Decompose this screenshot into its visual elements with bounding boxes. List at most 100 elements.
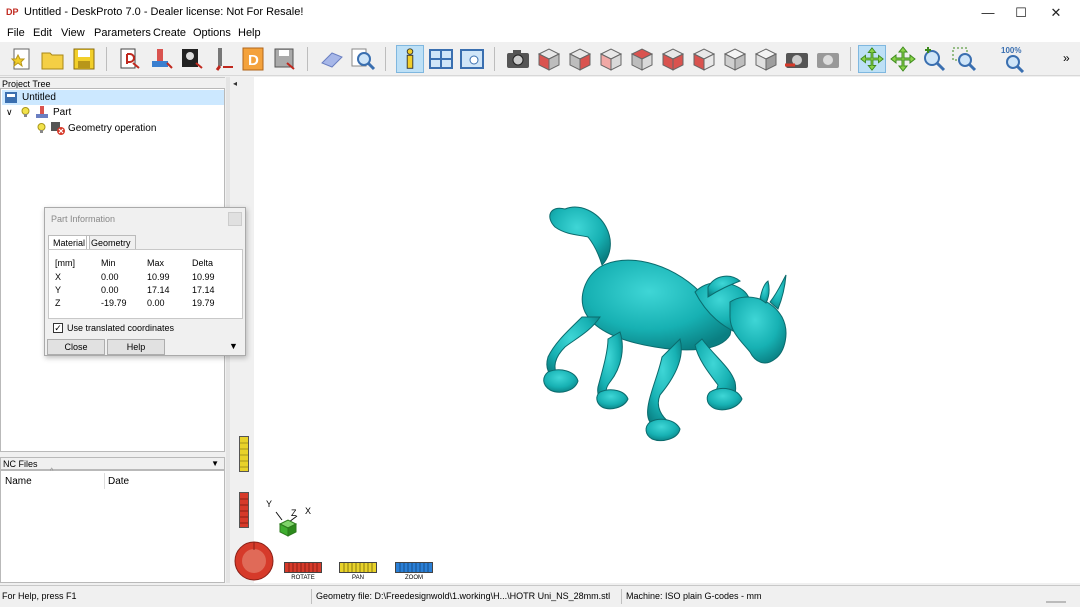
- tab-geometry[interactable]: Geometry: [86, 235, 136, 250]
- nc-files-title: NC Files: [3, 459, 38, 469]
- table-cell: 19.79: [192, 298, 215, 308]
- expand-arrow-icon[interactable]: ▼: [229, 341, 238, 351]
- save-nc-icon[interactable]: [271, 45, 299, 73]
- collapse-panel-button[interactable]: ◂: [233, 79, 237, 88]
- menu-view[interactable]: View: [61, 27, 85, 39]
- axis-label-y: Y: [266, 499, 273, 509]
- status-divider: [311, 589, 312, 604]
- view-bottom-icon[interactable]: [721, 45, 749, 73]
- status-machine: Machine: ISO plain G-codes - mm: [626, 591, 762, 601]
- menu-edit[interactable]: Edit: [33, 27, 52, 39]
- menu-file[interactable]: File: [7, 27, 25, 39]
- toolpath-parameters-icon[interactable]: [209, 45, 237, 73]
- menu-help[interactable]: Help: [238, 27, 261, 39]
- zoom-100-icon[interactable]: 100%: [1000, 45, 1028, 73]
- column-header-date[interactable]: Date: [108, 476, 129, 487]
- lightbulb-icon[interactable]: [21, 107, 30, 118]
- help-button[interactable]: Help: [107, 339, 165, 355]
- camera-icon[interactable]: [504, 45, 532, 73]
- deskproto-logo-icon: DP: [6, 5, 20, 19]
- rotate-slider[interactable]: [284, 562, 322, 573]
- operation-parameters-icon[interactable]: [178, 45, 206, 73]
- status-geometry-file: Geometry file: D:\Freedesignwold\1.worki…: [316, 591, 611, 601]
- rotate-label: ROTATE: [291, 575, 315, 581]
- view-right-icon[interactable]: [597, 45, 625, 73]
- rotate-view-icon[interactable]: [858, 45, 886, 73]
- svg-text:100%: 100%: [1001, 46, 1021, 55]
- pan-label: PAN: [352, 575, 364, 581]
- close-button[interactable]: Close: [47, 339, 105, 355]
- pan-view-icon[interactable]: [889, 45, 917, 73]
- part-dimensions-table: [mm] Min Max Delta X 0.00 10.99 10.99 Y …: [48, 249, 243, 319]
- checkbox-label: Use translated coordinates: [67, 323, 175, 333]
- tree-item-label: Part: [53, 107, 72, 118]
- create-nc-icon[interactable]: D: [240, 45, 268, 73]
- slider-red-fill: [240, 493, 248, 527]
- menu-bar: File Edit View Parameters Create Options…: [0, 25, 1080, 42]
- tree-item-geometry-operation[interactable]: Geometry operation: [2, 121, 224, 136]
- tree-item-part[interactable]: ∨ Part: [2, 105, 224, 120]
- lightbulb-icon[interactable]: [37, 123, 46, 134]
- view-top-icon[interactable]: [690, 45, 718, 73]
- view-cube-icon[interactable]: [752, 45, 780, 73]
- zoom-window-icon[interactable]: [951, 45, 979, 73]
- toolbar-overflow-button[interactable]: »: [1063, 51, 1070, 65]
- toolbar-separator: [385, 47, 386, 71]
- table-cell: Y: [55, 285, 62, 295]
- single-view-icon[interactable]: [458, 45, 486, 73]
- unicorn-model[interactable]: [230, 77, 1080, 583]
- info-icon[interactable]: [396, 45, 424, 73]
- table-cell: 0.00: [147, 298, 165, 308]
- view-iso-icon[interactable]: [535, 45, 563, 73]
- use-translated-coordinates-checkbox[interactable]: ✓: [53, 323, 63, 333]
- zoom-slider-fill: [396, 563, 432, 572]
- part-information-dialog: Part Information Material Geometry [mm] …: [44, 207, 246, 356]
- column-divider[interactable]: [104, 473, 105, 489]
- table-cell: 0.00: [101, 272, 119, 282]
- table-cell: 10.99: [147, 272, 170, 282]
- table-cell: Z: [55, 298, 61, 308]
- project-icon: [5, 92, 17, 103]
- red-vertical-slider[interactable]: [239, 492, 249, 528]
- zoom-in-icon[interactable]: [920, 45, 948, 73]
- eraser-icon[interactable]: [318, 45, 346, 73]
- table-header: [mm]: [55, 258, 75, 268]
- sort-indicator-icon: ^: [50, 468, 54, 475]
- status-help: For Help, press F1: [2, 591, 77, 601]
- pan-slider[interactable]: [339, 562, 377, 573]
- minimize-button[interactable]: —: [970, 0, 1006, 25]
- split-view-icon[interactable]: [427, 45, 455, 73]
- zoom-slider[interactable]: [395, 562, 433, 573]
- rotate-dial-icon[interactable]: [234, 541, 274, 581]
- snapshot-red-icon[interactable]: [783, 45, 811, 73]
- import-geometry-icon[interactable]: [116, 45, 144, 73]
- save-icon[interactable]: [70, 45, 98, 73]
- menu-create[interactable]: Create: [153, 27, 186, 39]
- open-folder-icon[interactable]: [39, 45, 67, 73]
- resize-grip-icon[interactable]: [1044, 595, 1068, 603]
- view-left-icon[interactable]: [659, 45, 687, 73]
- nc-files-dropdown-button[interactable]: ▼: [211, 458, 219, 470]
- new-file-icon[interactable]: [8, 45, 36, 73]
- toolbar-separator: [850, 47, 851, 71]
- yellow-vertical-slider[interactable]: [239, 436, 249, 472]
- dialog-close-box[interactable]: [228, 212, 242, 226]
- nc-files-list: ^ Name Date: [0, 468, 225, 583]
- view-back-icon[interactable]: [628, 45, 656, 73]
- 3d-viewport[interactable]: [230, 77, 1080, 583]
- toolbar-separator: [494, 47, 495, 71]
- tree-item-project[interactable]: Untitled: [2, 90, 224, 105]
- menu-options[interactable]: Options: [193, 27, 231, 39]
- part-parameters-icon[interactable]: [147, 45, 175, 73]
- tab-material[interactable]: Material: [48, 235, 91, 250]
- search-zoom-icon[interactable]: [349, 45, 377, 73]
- toolbar-separator: [307, 47, 308, 71]
- maximize-button[interactable]: ☐: [1003, 0, 1039, 25]
- chevron-down-icon[interactable]: ∨: [6, 105, 13, 120]
- menu-parameters[interactable]: Parameters: [94, 27, 151, 39]
- column-header-name[interactable]: Name: [5, 476, 32, 487]
- snapshot-gray-icon[interactable]: [814, 45, 842, 73]
- close-window-button[interactable]: ✕: [1038, 0, 1074, 25]
- view-front-icon[interactable]: [566, 45, 594, 73]
- table-header: Min: [101, 258, 116, 268]
